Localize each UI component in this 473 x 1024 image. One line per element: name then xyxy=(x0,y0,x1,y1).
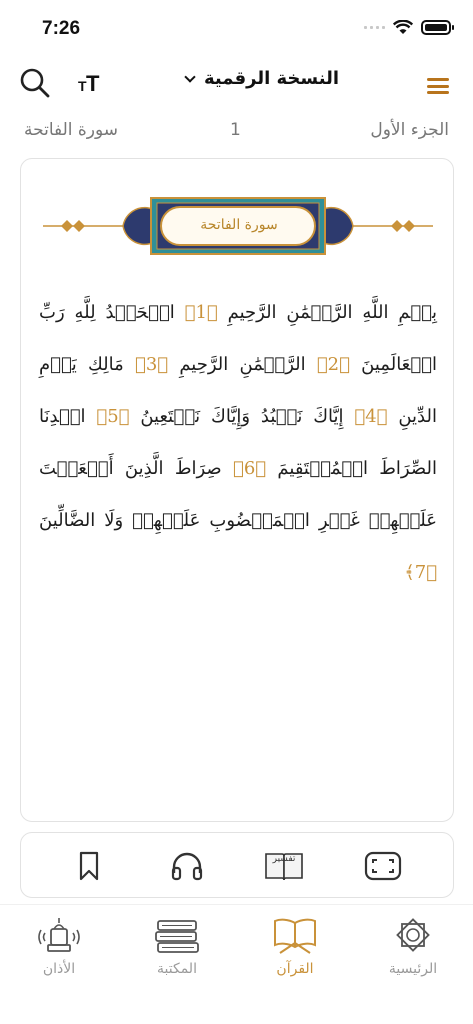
signal-icon xyxy=(364,26,385,29)
tafsir-label: تفسير xyxy=(272,854,296,864)
hamburger-menu-icon[interactable] xyxy=(427,78,449,94)
tab-library[interactable]: المكتبة xyxy=(132,913,222,977)
search-icon[interactable] xyxy=(18,66,52,100)
tab-adhan-label: الأذان xyxy=(42,961,76,977)
ayah-text: بِسۡمِ اللَّهِ الرَّحۡمَٰنِ الرَّحِيمِ xyxy=(227,302,437,323)
bottom-tab-bar: الرئيسية القرآن المكتبة الأذان xyxy=(0,904,473,1024)
tafsir-book-icon[interactable]: تفسير xyxy=(263,846,305,886)
chevron-down-icon xyxy=(184,70,196,83)
ayah-number-marker: ﴿5﴾ xyxy=(96,406,130,427)
surah-banner: سورة الفاتحة xyxy=(43,195,433,257)
quran-page[interactable]: سورة الفاتحة بِسۡمِ اللَّهِ الرَّحۡمَٰنِ… xyxy=(20,158,454,822)
tab-adhan[interactable]: الأذان xyxy=(14,913,104,977)
ayah-number-marker: ﴿1﴾ xyxy=(184,302,218,323)
tab-home-label: الرئيسية xyxy=(388,961,438,977)
status-time: 7:26 xyxy=(42,18,81,39)
page-action-bar: تفسير xyxy=(20,832,454,898)
bookmark-icon[interactable] xyxy=(69,846,109,886)
text-size-icon[interactable]: TT xyxy=(78,70,108,100)
headphones-icon[interactable] xyxy=(167,846,207,886)
ayah-text: الرَّحۡمَٰنِ الرَّحِيمِ xyxy=(179,354,306,375)
ayah-number-marker: ﴿3﴾ xyxy=(135,354,169,375)
tab-home[interactable]: الرئيسية xyxy=(368,913,458,977)
tab-quran[interactable]: القرآن xyxy=(250,913,340,977)
ayah-text: إِيَّاكَ نَعۡبُدُ وَإِيَّاكَ نَسۡتَعِينُ xyxy=(140,406,344,427)
page-title: النسخة الرقمية xyxy=(204,68,339,89)
ayah-number-marker: ﴿7﴾ xyxy=(404,562,437,583)
surah-banner-title: سورة الفاتحة xyxy=(200,217,278,233)
juz-name: الجزء الأول xyxy=(370,120,449,140)
tab-quran-label: القرآن xyxy=(276,961,314,977)
home-star-icon xyxy=(396,918,430,952)
ayah-number-marker: ﴿4﴾ xyxy=(354,406,388,427)
top-bar: TT النسخة الرقمية xyxy=(0,60,473,110)
fullscreen-icon[interactable] xyxy=(363,846,403,886)
page-info-row: سورة الفاتحة 1 الجزء الأول xyxy=(0,120,473,144)
tab-library-label: المكتبة xyxy=(157,961,197,977)
quran-book-icon xyxy=(274,918,316,954)
surah-name: سورة الفاتحة xyxy=(24,120,119,140)
status-bar: 7:26 xyxy=(0,0,473,56)
page-number: 1 xyxy=(230,120,241,140)
edition-selector[interactable]: النسخة الرقمية xyxy=(184,68,339,89)
verses: بِسۡمِ اللَّهِ الرَّحۡمَٰنِ الرَّحِيمِ ﴿… xyxy=(39,287,437,599)
battery-icon xyxy=(421,20,454,35)
ayah-number-marker: ﴿2﴾ xyxy=(316,354,350,375)
library-books-icon xyxy=(155,920,199,953)
status-icons xyxy=(364,20,454,35)
ayah-number-marker: ﴿6﴾ xyxy=(233,458,267,479)
adhan-speaker-icon xyxy=(38,918,80,952)
wifi-icon xyxy=(393,20,413,34)
